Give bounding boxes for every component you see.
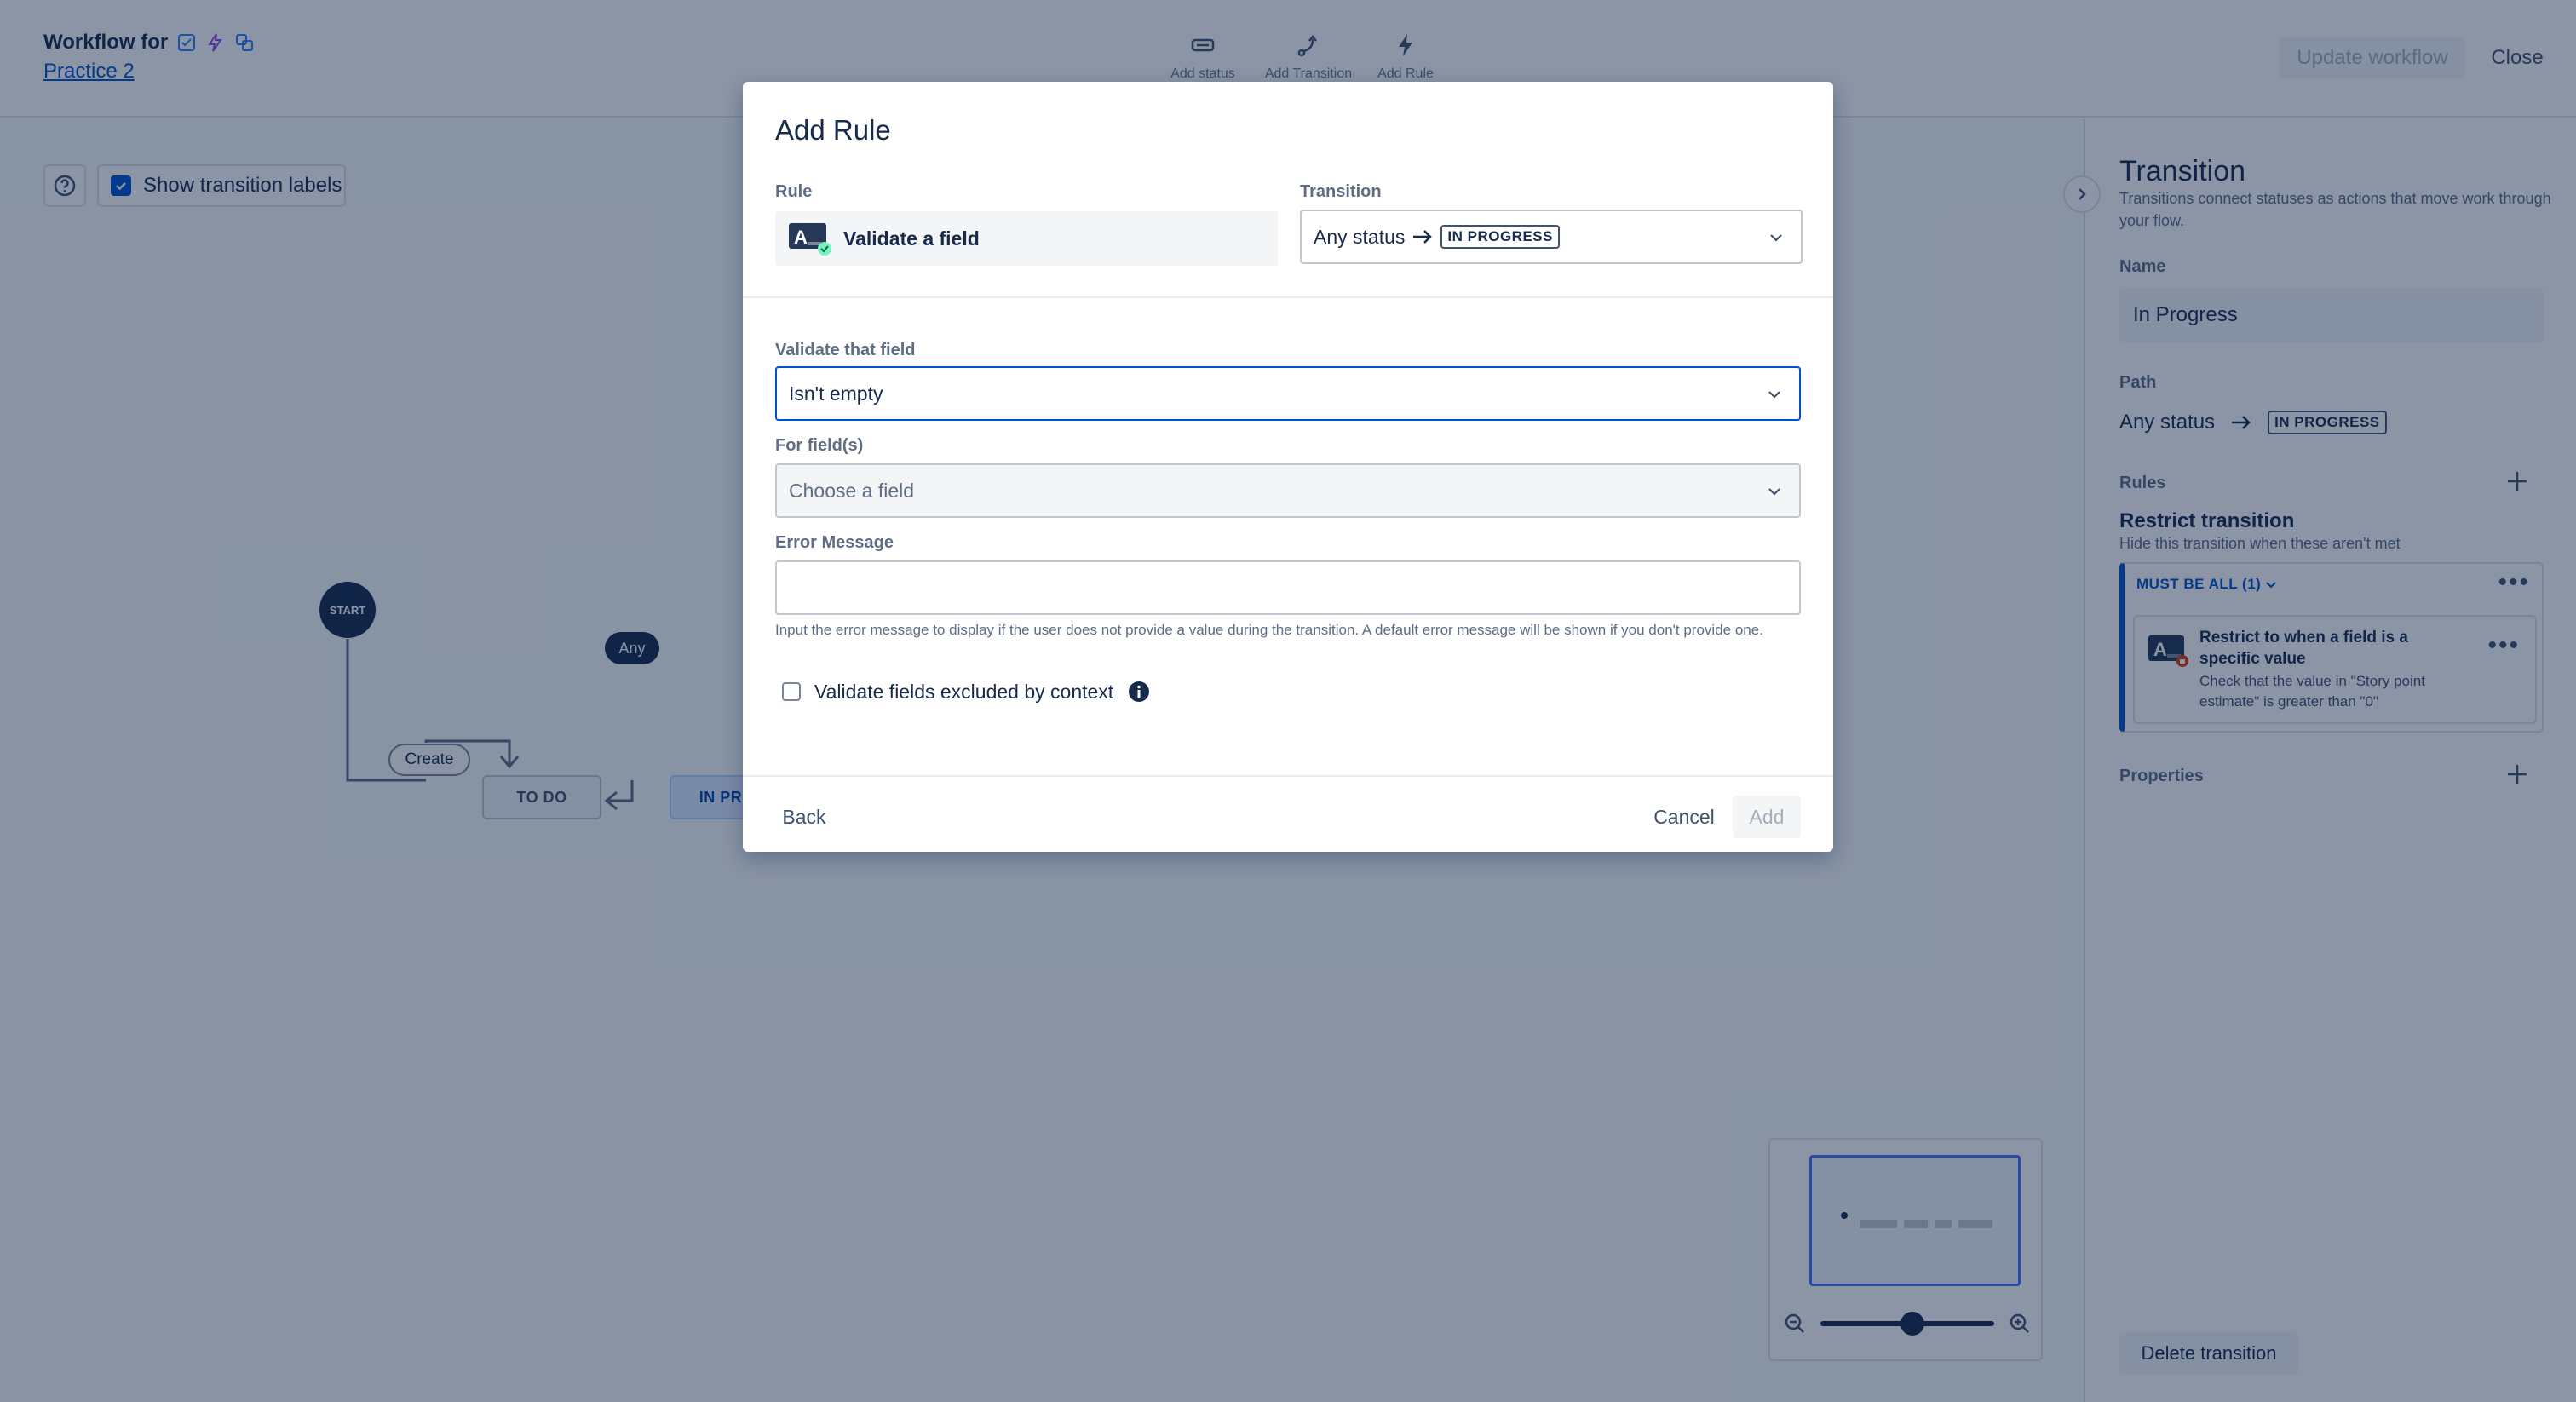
validate-excluded-label: Validate fields excluded by context (814, 680, 1114, 703)
rule-display: A Validate a field (775, 211, 1278, 266)
transition-from: Any status (1314, 225, 1406, 248)
rule-value: Validate a field (843, 227, 980, 250)
validate-condition-select[interactable]: Isn't empty (775, 366, 1801, 421)
chevron-down-icon (1770, 234, 1782, 242)
modal-title: Add Rule (775, 114, 891, 146)
transition-to-lozenge: IN PROGRESS (1440, 225, 1560, 249)
back-button[interactable]: Back (760, 796, 848, 838)
svg-text:A: A (794, 227, 808, 248)
modal-divider (743, 296, 1833, 298)
add-rule-modal: Add Rule Rule A Validate a field Transit… (743, 82, 1833, 852)
transition-select[interactable]: Any status IN PROGRESS (1300, 210, 1803, 264)
for-fields-label: For field(s) (775, 436, 864, 455)
validate-excluded-checkbox[interactable] (782, 682, 801, 701)
error-message-help: Input the error message to display if th… (775, 622, 1763, 638)
validate-field-icon: A (789, 223, 831, 256)
validate-condition-value: Isn't empty (789, 382, 883, 405)
rule-label: Rule (775, 182, 813, 201)
arrow-right-icon (1413, 230, 1433, 244)
error-message-input[interactable] (775, 560, 1801, 615)
add-button[interactable]: Add (1733, 796, 1801, 838)
modal-footer: Back Cancel Add (743, 775, 1833, 852)
field-select[interactable]: Choose a field (775, 463, 1801, 518)
validate-that-field-label: Validate that field (775, 341, 916, 359)
transition-label: Transition (1300, 182, 1382, 201)
chevron-down-icon (1768, 488, 1780, 496)
validate-excluded-row[interactable]: Validate fields excluded by context (782, 680, 1151, 704)
error-message-label: Error Message (775, 533, 894, 552)
chevron-down-icon (1768, 391, 1780, 399)
field-select-placeholder: Choose a field (789, 479, 915, 502)
info-icon[interactable] (1127, 680, 1151, 704)
cancel-button[interactable]: Cancel (1637, 796, 1731, 838)
